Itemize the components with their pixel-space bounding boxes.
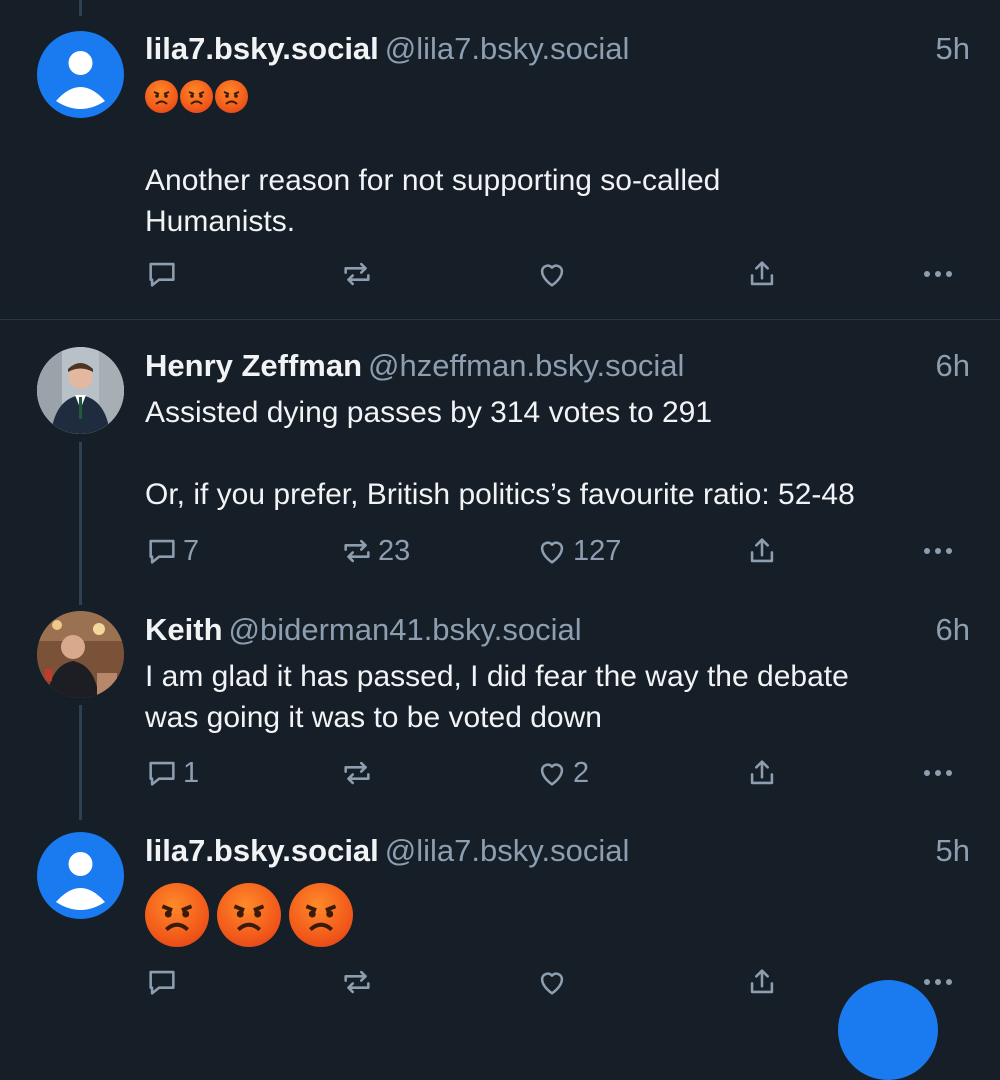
display-name[interactable]: lila7.bsky.social	[145, 31, 379, 66]
post-actions	[145, 960, 970, 1004]
post-text: Assisted dying passes by 314 votes to 29…	[145, 396, 855, 511]
post-actions	[145, 252, 970, 296]
timestamp[interactable]: 5h	[936, 831, 970, 871]
display-name[interactable]: Keith	[145, 612, 223, 647]
post-lila7-2[interactable]: lila7.bsky.social @lila7.bsky.social 5h	[0, 825, 1000, 999]
like-count: 2	[573, 756, 590, 789]
reply-count: 1	[183, 756, 200, 789]
emoji-row	[145, 80, 248, 113]
share-button[interactable]	[745, 529, 779, 573]
like-button[interactable]	[535, 252, 573, 296]
repost-button[interactable]	[340, 252, 378, 296]
post-header: Keith @biderman41.bsky.social 6h	[145, 610, 970, 650]
angry-face-emoji	[180, 80, 213, 113]
repost-button[interactable]	[340, 960, 378, 1004]
handle[interactable]: @hzeffman.bsky.social	[368, 348, 684, 383]
avatar[interactable]	[37, 832, 124, 919]
heart-icon	[540, 541, 564, 564]
reply-button[interactable]	[145, 960, 183, 1004]
more-button[interactable]	[920, 751, 956, 795]
thread-line	[79, 442, 82, 605]
angry-face-emoji	[145, 883, 209, 947]
reply-icon	[149, 262, 175, 287]
more-icon	[924, 770, 952, 776]
reply-button[interactable]: 1	[145, 751, 199, 795]
share-button[interactable]	[745, 960, 779, 1004]
angry-face-emoji	[145, 80, 178, 113]
person-photo-icon	[37, 611, 124, 698]
like-button[interactable]: 2	[535, 751, 589, 795]
more-icon	[924, 979, 952, 985]
heart-icon	[540, 763, 564, 786]
like-button[interactable]	[535, 960, 573, 1004]
post-actions: 1 2	[145, 751, 970, 795]
share-icon	[750, 760, 774, 785]
handle[interactable]: @lila7.bsky.social	[385, 833, 630, 868]
timestamp[interactable]: 5h	[936, 29, 970, 69]
angry-face-emoji	[217, 883, 281, 947]
post-header: lila7.bsky.social @lila7.bsky.social 5h	[145, 29, 970, 69]
heart-icon	[540, 972, 564, 995]
share-icon	[750, 969, 774, 994]
thread-line	[79, 705, 82, 820]
timestamp[interactable]: 6h	[936, 610, 970, 650]
person-photo-icon	[37, 347, 124, 434]
repost-icon	[344, 761, 370, 785]
handle[interactable]: @lila7.bsky.social	[385, 31, 630, 66]
emoji-row	[145, 883, 353, 947]
post-text: I am glad it has passed, I did fear the …	[145, 660, 849, 734]
repost-button[interactable]	[340, 751, 378, 795]
angry-face-emoji	[215, 80, 248, 113]
share-button[interactable]	[745, 252, 779, 296]
default-avatar-icon	[56, 51, 105, 109]
more-button[interactable]	[920, 252, 956, 296]
share-button[interactable]	[745, 751, 779, 795]
avatar[interactable]	[37, 611, 124, 698]
handle[interactable]: @biderman41.bsky.social	[229, 612, 582, 647]
heart-icon	[540, 264, 564, 287]
reply-count: 7	[183, 534, 200, 567]
more-button[interactable]	[920, 529, 956, 573]
reply-icon	[149, 539, 175, 564]
repost-icon	[344, 539, 370, 563]
reply-icon	[149, 970, 175, 995]
post-text: Another reason for not supporting so-cal…	[145, 164, 721, 238]
avatar[interactable]	[37, 347, 124, 434]
default-avatar-icon	[56, 852, 105, 910]
display-name[interactable]: lila7.bsky.social	[145, 833, 379, 868]
post-header: lila7.bsky.social @lila7.bsky.social 5h	[145, 831, 970, 871]
repost-icon	[344, 262, 370, 286]
avatar[interactable]	[37, 31, 124, 118]
repost-button[interactable]: 23	[340, 529, 410, 573]
compose-button[interactable]	[838, 980, 938, 1080]
reply-icon	[149, 761, 175, 786]
angry-face-emoji	[289, 883, 353, 947]
share-icon	[750, 538, 774, 563]
reply-button[interactable]	[145, 252, 183, 296]
post-lila7-1[interactable]: lila7.bsky.social @lila7.bsky.social 5h A…	[0, 0, 1000, 320]
timestamp[interactable]: 6h	[936, 346, 970, 386]
post-header: Henry Zeffman @hzeffman.bsky.social 6h	[145, 346, 970, 386]
post-keith[interactable]: Keith @biderman41.bsky.social 6h I am gla…	[0, 585, 1000, 825]
display-name[interactable]: Henry Zeffman	[145, 348, 362, 383]
like-button[interactable]: 127	[535, 529, 621, 573]
post-actions: 7 23 127	[145, 529, 970, 573]
post-hzeffman[interactable]: Henry Zeffman @hzeffman.bsky.social 6h As…	[0, 320, 1000, 605]
reply-button[interactable]: 7	[145, 529, 199, 573]
like-count: 127	[573, 534, 622, 567]
repost-count: 23	[378, 534, 411, 567]
repost-icon	[344, 970, 370, 994]
more-icon	[924, 548, 952, 554]
more-icon	[924, 271, 952, 277]
share-icon	[750, 261, 774, 286]
